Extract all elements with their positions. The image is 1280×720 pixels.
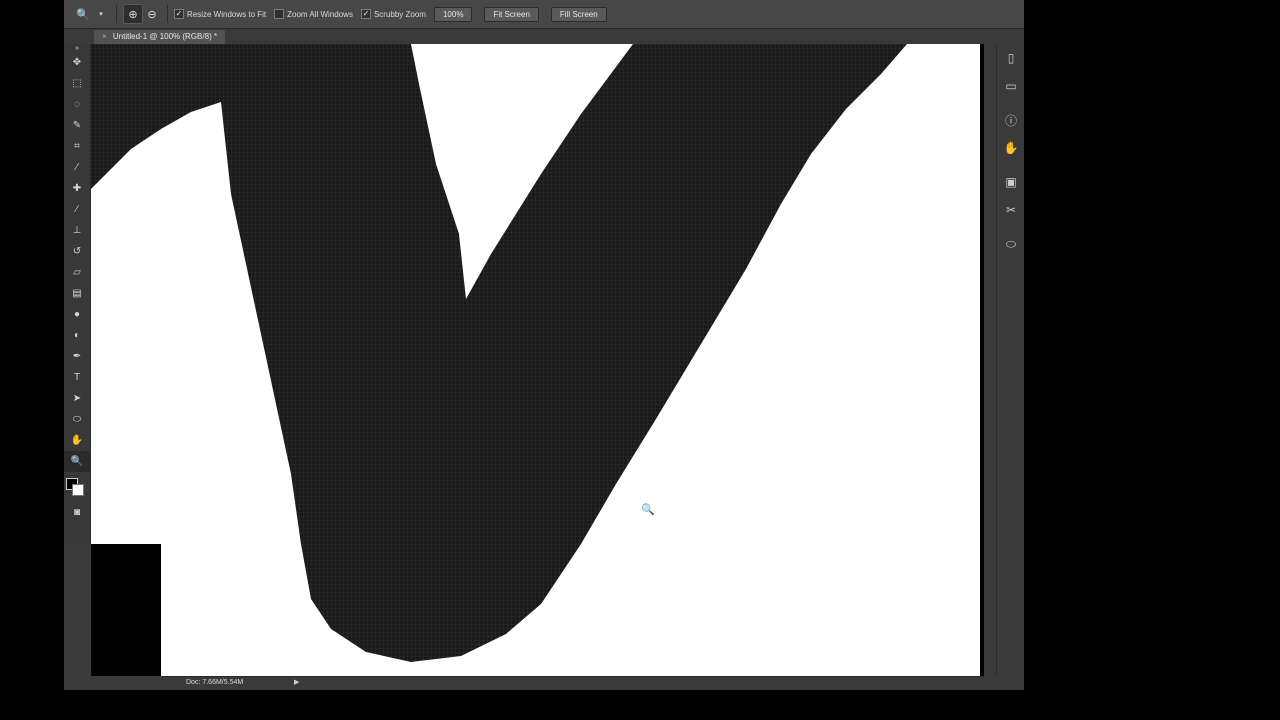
spot-heal-tool-icon[interactable]: ✚ [64, 178, 90, 199]
move-tool-icon[interactable]: ✥ [64, 52, 90, 73]
scrubby-zoom-label: Scrubby Zoom [373, 9, 426, 19]
background-color-swatch[interactable] [72, 484, 84, 496]
color-swatches[interactable] [64, 472, 90, 502]
doc-size-info[interactable]: Doc: 7.66M/5.54M [186, 677, 243, 689]
dock-panel-icon-4[interactable]: ✋ [997, 134, 1024, 162]
canvas-offscreen-region [91, 544, 161, 676]
quick-mask-icon[interactable]: ◙ [64, 502, 90, 523]
document-canvas[interactable] [91, 44, 980, 676]
checkbox-unchecked-icon [274, 9, 285, 19]
status-bar: Doc: 7.66M/5.54M ▶ [162, 676, 984, 689]
dock-panel-icon-7[interactable]: ⬭ [997, 230, 1024, 258]
gradient-tool-icon[interactable]: ▤ [64, 283, 90, 304]
fill-screen-button[interactable]: Fill Screen [550, 6, 607, 22]
checkbox-checked-icon: ✓ [360, 9, 371, 19]
letter-v-shape [91, 44, 907, 662]
shape-tool-icon[interactable]: ⬭ [64, 409, 90, 430]
status-menu-arrow-icon[interactable]: ▶ [294, 677, 299, 689]
zoom-tool-icon[interactable]: 🔍 [64, 451, 90, 472]
toolbar-grip-icon: » [75, 44, 79, 52]
dock-panel-icon-3[interactable]: ⓘ [997, 106, 1024, 134]
crop-tool-icon[interactable]: ⌗ [64, 136, 90, 157]
zoom-out-icon[interactable]: ⊖ [143, 5, 161, 23]
document-tab-title: Untitled-1 @ 100% (RGB/8) * [112, 32, 218, 41]
dodge-tool-icon[interactable]: ◐ [64, 325, 90, 346]
panel-dock: ▯ ▭ ⓘ ✋ ▣ ✂ ⬭ [996, 44, 1024, 676]
separator [167, 5, 168, 23]
path-select-tool-icon[interactable]: ➤ [64, 388, 90, 409]
dock-panel-icon-6[interactable]: ✂ [997, 196, 1024, 224]
eyedropper-tool-icon[interactable]: ⁄ [64, 157, 90, 178]
v-glyph-fill [91, 44, 907, 662]
zoom-tool-preset-icon[interactable]: 🔍 [74, 5, 92, 23]
zoom-in-icon[interactable]: ⊕ [123, 4, 143, 24]
stamp-tool-icon[interactable]: ⊥ [64, 220, 90, 241]
photoshop-window: 🔍 ▾ ⊕ ⊖ ✓ Resize Windows to Fit Zoom All… [64, 0, 1024, 690]
resize-windows-checkbox[interactable]: ✓ Resize Windows to Fit [174, 9, 266, 19]
dock-panel-icon-5[interactable]: ▣ [997, 168, 1024, 196]
zoom-all-windows-checkbox[interactable]: Zoom All Windows [274, 9, 353, 19]
marquee-tool-icon[interactable]: ⬚ [64, 73, 90, 94]
eraser-tool-icon[interactable]: ▱ [64, 262, 90, 283]
dock-panel-icon-2[interactable]: ▭ [997, 72, 1024, 100]
history-brush-tool-icon[interactable]: ↺ [64, 241, 90, 262]
document-tab[interactable]: × Untitled-1 @ 100% (RGB/8) * [94, 30, 226, 44]
tools-panel: » ✥ ⬚ ◌ ✎ ⌗ ⁄ ✚ ∕ ⊥ ↺ ▱ ▤ ● ◐ ✒ T ➤ ⬭ ✋ 🔍 ◙ [64, 44, 91, 544]
scrubby-zoom-checkbox[interactable]: ✓ Scrubby Zoom [360, 9, 426, 19]
options-bar: 🔍 ▾ ⊕ ⊖ ✓ Resize Windows to Fit Zoom All… [64, 0, 1024, 29]
zoom-cursor-icon: 🔍 [641, 504, 655, 516]
pen-tool-icon[interactable]: ✒ [64, 346, 90, 367]
blur-tool-icon[interactable]: ● [64, 304, 90, 325]
lasso-tool-icon[interactable]: ◌ [64, 94, 90, 115]
quick-select-tool-icon[interactable]: ✎ [64, 115, 90, 136]
fit-screen-button[interactable]: Fit Screen [484, 6, 539, 22]
brush-tool-icon[interactable]: ∕ [64, 199, 90, 220]
close-tab-icon[interactable]: × [102, 32, 107, 41]
preset-dropdown-icon[interactable]: ▾ [92, 5, 110, 23]
type-tool-icon[interactable]: T [64, 367, 90, 388]
resize-windows-label: Resize Windows to Fit [187, 9, 267, 19]
zoom-all-windows-label: Zoom All Windows [287, 9, 353, 19]
separator [116, 5, 117, 23]
zoom-100-button[interactable]: 100% [433, 6, 473, 22]
checkbox-checked-icon: ✓ [174, 9, 184, 19]
canvas-area[interactable] [91, 44, 984, 676]
dock-panel-icon-1[interactable]: ▯ [997, 44, 1024, 72]
hand-tool-icon[interactable]: ✋ [64, 430, 90, 451]
